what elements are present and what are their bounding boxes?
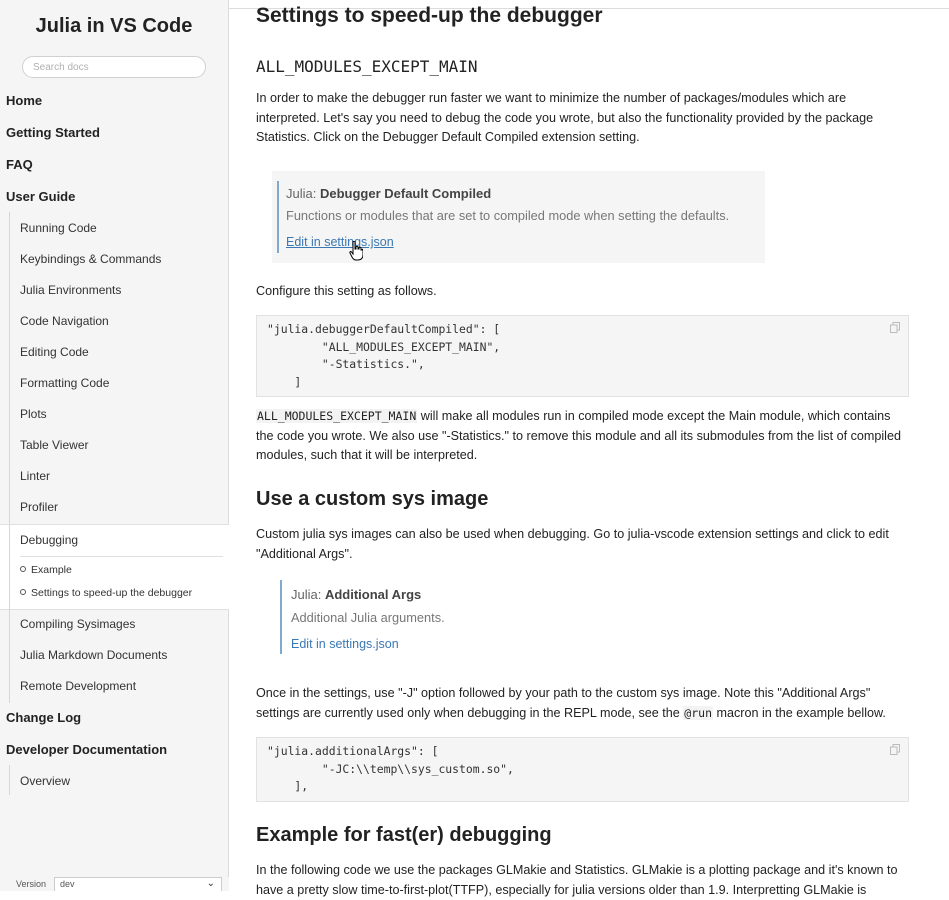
nav-change-log[interactable]: Change Log xyxy=(6,710,81,725)
paragraph-example: In the following code we use the package… xyxy=(256,863,898,897)
inline-code: ALL_MODULES_EXCEPT_MAIN xyxy=(256,409,418,423)
paragraph-intro: In order to make the debugger run faster… xyxy=(256,91,874,144)
version-label: Version xyxy=(16,879,47,889)
version-select[interactable]: dev ⌄ xyxy=(54,877,222,891)
nav-indent-line xyxy=(9,765,10,795)
setting-name: Additional Args xyxy=(324,587,422,602)
setting-card-debugger-default-compiled: Julia: Debugger Default Compiled Functio… xyxy=(272,171,765,263)
copy-icon[interactable] xyxy=(890,744,900,755)
toc-item-settings-speedup[interactable]: Settings to speed-up the debugger xyxy=(20,587,192,599)
site-title[interactable]: Julia in VS Code xyxy=(0,15,228,38)
code-block-additional-args: "julia.additionalArgs": [ "-JC:\\temp\\s… xyxy=(256,737,909,802)
setting-card-additional-args: Julia: Additional Args Additional Julia … xyxy=(280,576,510,658)
heading-example-debugging: Example for fast(er) debugging xyxy=(256,824,552,846)
toc-label: Example xyxy=(31,564,72,576)
paragraph-configure: Configure this setting as follows. xyxy=(256,284,437,298)
setting-prefix: Julia: xyxy=(291,587,325,602)
code-block-debugger-compiled: "julia.debuggerDefaultCompiled": [ "ALL_… xyxy=(256,315,909,397)
paragraph-once-in-settings: Once in the settings, use "-J" option fo… xyxy=(256,684,909,723)
setting-description: Functions or modules that are set to com… xyxy=(286,208,730,223)
setting-name: Debugger Default Compiled xyxy=(319,186,492,201)
code-text: "julia.additionalArgs": [ "-JC:\\temp\\s… xyxy=(267,744,514,793)
nav-indent-line xyxy=(9,525,10,609)
edit-settings-json-link[interactable]: Edit in settings.json xyxy=(291,637,399,651)
inline-code: @run xyxy=(683,705,713,720)
sidebar: Julia in VS Code Home Getting Started FA… xyxy=(0,0,229,891)
paragraph-all-modules: ALL_MODULES_EXCEPT_MAIN will make all mo… xyxy=(256,407,909,466)
nav-developer-docs[interactable]: Developer Documentation xyxy=(6,742,167,757)
nav-item-profiler[interactable]: Profiler xyxy=(20,500,58,514)
nav-indent-line xyxy=(9,212,10,524)
heading-custom-sys-image: Use a custom sys image xyxy=(256,488,489,510)
nav-item-compiling-sysimages[interactable]: Compiling Sysimages xyxy=(20,617,135,631)
setting-prefix: Julia: xyxy=(286,186,320,201)
nav-faq[interactable]: FAQ xyxy=(6,157,33,172)
nav-indent-line xyxy=(9,608,10,703)
setting-title: Julia: Debugger Default Compiled xyxy=(286,186,491,201)
nav-item-plots[interactable]: Plots xyxy=(20,407,47,421)
nav-user-guide[interactable]: User Guide xyxy=(6,189,75,204)
setting-title: Julia: Additional Args xyxy=(291,587,421,602)
copy-icon[interactable] xyxy=(890,322,900,333)
version-value: dev xyxy=(60,879,75,889)
nav-item-remote-development[interactable]: Remote Development xyxy=(20,679,136,693)
chevron-down-icon: ⌄ xyxy=(206,878,215,889)
bullet-icon xyxy=(20,566,26,572)
hand-cursor-icon xyxy=(349,241,363,261)
nav-item-formatting-code[interactable]: Formatting Code xyxy=(20,376,109,390)
nav-item-julia-markdown[interactable]: Julia Markdown Documents xyxy=(20,648,167,662)
setting-accent-bar xyxy=(280,580,282,654)
nav-item-running-code[interactable]: Running Code xyxy=(20,221,97,235)
heading-all-modules: ALL_MODULES_EXCEPT_MAIN xyxy=(256,57,478,76)
nav-home[interactable]: Home xyxy=(6,93,42,108)
nav-item-editing-code[interactable]: Editing Code xyxy=(20,345,89,359)
setting-accent-bar xyxy=(277,181,279,253)
nav-item-table-viewer[interactable]: Table Viewer xyxy=(20,438,88,452)
toc-label: Settings to speed-up the debugger xyxy=(31,587,193,599)
heading-speedup: Settings to speed-up the debugger xyxy=(256,4,603,27)
nav-active-section: Debugging Example Settings to speed-up t… xyxy=(0,524,229,610)
nav-item-julia-environments[interactable]: Julia Environments xyxy=(20,283,121,297)
paragraph-custom: Custom julia sys images can also be used… xyxy=(256,527,889,561)
nav-item-code-navigation[interactable]: Code Navigation xyxy=(20,314,109,328)
nav-item-overview[interactable]: Overview xyxy=(20,774,70,788)
nav-item-linter[interactable]: Linter xyxy=(20,469,50,483)
search-input[interactable] xyxy=(22,56,206,78)
version-bar: Version dev ⌄ xyxy=(0,877,229,891)
nav-item-keybindings[interactable]: Keybindings & Commands xyxy=(20,252,161,266)
nav-getting-started[interactable]: Getting Started xyxy=(6,125,100,140)
edit-settings-json-link[interactable]: Edit in settings.json xyxy=(286,235,394,249)
toc-item-example[interactable]: Example xyxy=(20,564,72,576)
paragraph-text: macron in the example bellow. xyxy=(713,705,886,720)
bullet-icon xyxy=(20,589,26,595)
code-text: "julia.debuggerDefaultCompiled": [ "ALL_… xyxy=(267,322,501,389)
nav-item-debugging[interactable]: Debugging xyxy=(20,533,78,547)
setting-description: Additional Julia arguments. xyxy=(291,610,445,625)
toc-divider xyxy=(20,556,223,557)
